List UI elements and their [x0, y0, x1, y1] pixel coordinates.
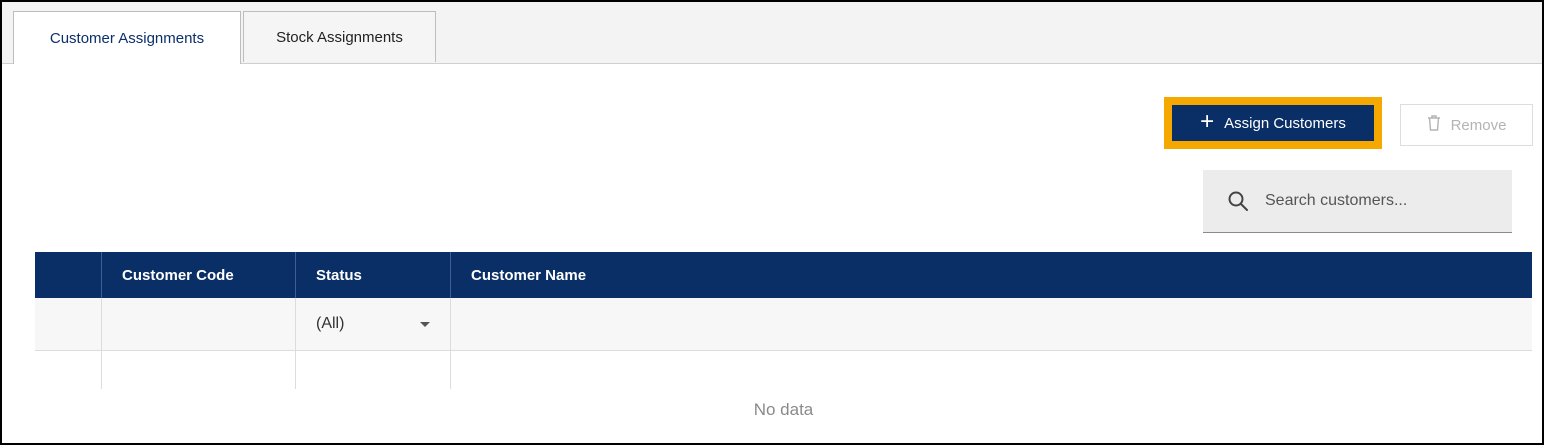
body-column-status [295, 351, 450, 389]
remove-button[interactable]: Remove [1400, 104, 1533, 146]
search-input[interactable] [1263, 191, 1507, 211]
filter-cell-select [35, 298, 101, 350]
header-customer-name[interactable]: Customer Name [450, 252, 1532, 298]
status-filter-value: (All) [316, 315, 345, 332]
body-column-select [35, 351, 101, 389]
search-box[interactable] [1203, 170, 1512, 233]
header-customer-code[interactable]: Customer Code [101, 252, 295, 298]
no-data-message: No data [753, 400, 814, 419]
body-column-customer-code [101, 351, 295, 389]
tab-stock-assignments[interactable]: Stock Assignments [243, 11, 436, 62]
assign-customers-button[interactable]: + Assign Customers [1172, 105, 1374, 141]
plus-icon: + [1200, 108, 1215, 135]
header-select-column[interactable] [35, 252, 101, 298]
assign-customers-highlight: + Assign Customers [1164, 97, 1382, 149]
tab-customer-assignments[interactable]: Customer Assignments [13, 11, 241, 64]
tab-strip: Customer Assignments Stock Assignments [2, 2, 1542, 64]
remove-label: Remove [1450, 116, 1507, 134]
filter-cell-customer-name[interactable] [450, 298, 1532, 350]
body-column-customer-name [450, 351, 1532, 389]
customer-assignments-panel: Customer Assignments Stock Assignments +… [0, 0, 1544, 445]
filter-cell-customer-code[interactable] [101, 298, 295, 350]
grid-header: Customer Code Status Customer Name [35, 252, 1532, 298]
assign-customers-label: Assign Customers [1224, 114, 1346, 132]
filter-cell-status: (All) [295, 298, 450, 350]
header-status[interactable]: Status [295, 252, 450, 298]
grid-body-columns [35, 351, 1532, 389]
filter-row: (All) [35, 298, 1532, 351]
customers-grid: Customer Code Status Customer Name (All)… [35, 252, 1532, 443]
search-icon [1227, 190, 1249, 212]
chevron-down-icon [420, 321, 430, 327]
trash-icon [1427, 115, 1441, 135]
status-filter-dropdown[interactable]: (All) [316, 298, 430, 350]
